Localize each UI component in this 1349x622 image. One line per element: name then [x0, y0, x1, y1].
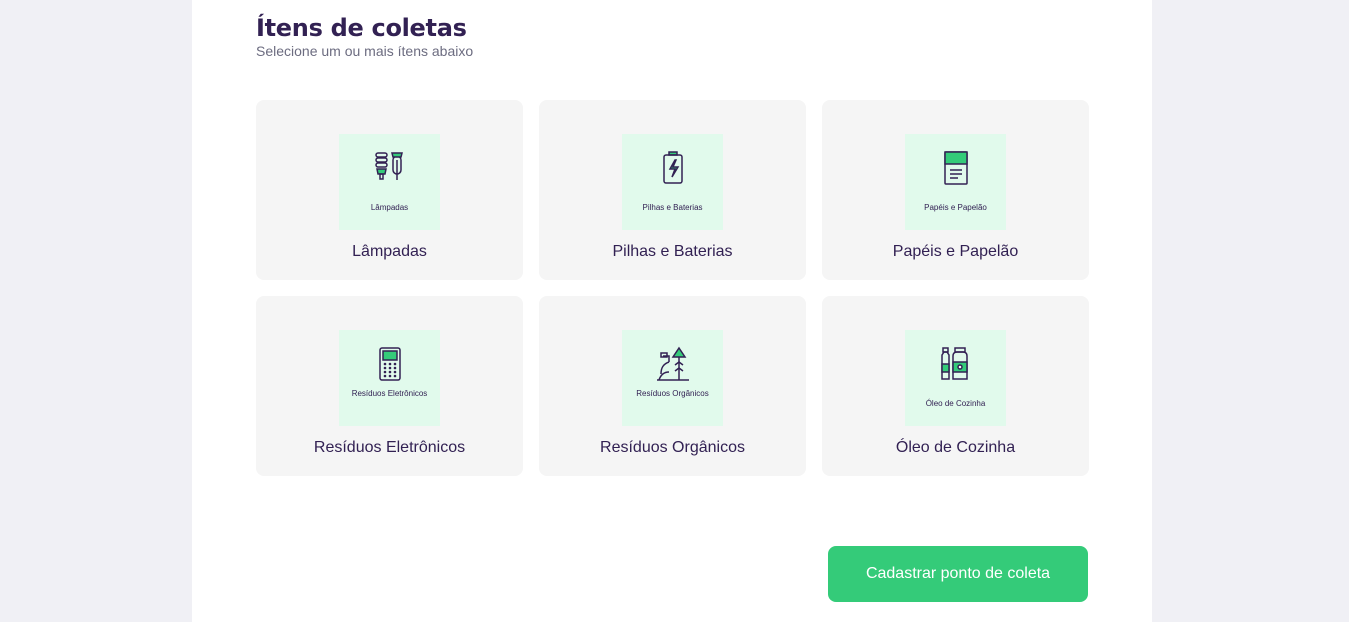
electronics-icon — [378, 347, 401, 381]
item-card-papeis-papelao[interactable]: Papéis e Papelão Papéis e Papelão — [822, 100, 1089, 280]
paper-icon — [943, 151, 968, 185]
battery-icon — [662, 151, 683, 184]
item-thumbnail: Resíduos Eletrônicos — [339, 330, 440, 426]
item-thumbnail-label: Lâmpadas — [370, 203, 409, 212]
item-thumbnail-label: Óleo de Cozinha — [925, 399, 986, 408]
item-thumbnail: Lâmpadas — [339, 134, 440, 230]
register-collection-point-button[interactable]: Cadastrar ponto de coleta — [828, 546, 1088, 602]
item-thumbnail: Óleo de Cozinha — [905, 330, 1006, 426]
item-card-pilhas-baterias[interactable]: Pilhas e Baterias Pilhas e Baterias — [539, 100, 806, 280]
item-card-lampadas[interactable]: Lâmpadas Lâmpadas — [256, 100, 523, 280]
item-thumbnail-label: Pilhas e Baterias — [642, 203, 703, 212]
section-subtitle: Selecione um ou mais ítens abaixo — [256, 43, 474, 59]
items-grid: Lâmpadas Lâmpadas Pilhas e Baterias Pilh… — [256, 100, 1089, 476]
item-card-oleo-cozinha[interactable]: Óleo de Cozinha Óleo de Cozinha — [822, 296, 1089, 476]
item-label: Papéis e Papelão — [892, 243, 1019, 260]
item-thumbnail: Resíduos Orgânicos — [622, 330, 723, 426]
item-card-residuos-eletronicos[interactable]: Resíduos Eletrônicos Resíduos Eletrônico… — [256, 296, 523, 476]
item-label: Pilhas e Baterias — [612, 243, 733, 260]
section-title: Ítens de coletas — [256, 14, 467, 42]
item-label: Resíduos Orgânicos — [600, 439, 745, 456]
item-thumbnail: Papéis e Papelão — [905, 134, 1006, 230]
oil-icon — [940, 347, 968, 380]
organic-icon — [656, 346, 689, 381]
item-card-residuos-organicos[interactable]: Resíduos Orgânicos Resíduos Orgânicos — [539, 296, 806, 476]
item-thumbnail-label: Resíduos Orgânicos — [636, 389, 709, 398]
lamp-icon — [374, 152, 403, 180]
item-label: Óleo de Cozinha — [895, 439, 1016, 456]
item-thumbnail-label: Papéis e Papelão — [924, 203, 987, 212]
item-thumbnail-label: Resíduos Eletrônicos — [351, 389, 428, 398]
form-panel: Ítens de coletas Selecione um ou mais ít… — [192, 0, 1152, 622]
item-label: Lâmpadas — [352, 243, 427, 260]
item-label: Resíduos Eletrônicos — [313, 439, 466, 456]
item-thumbnail: Pilhas e Baterias — [622, 134, 723, 230]
